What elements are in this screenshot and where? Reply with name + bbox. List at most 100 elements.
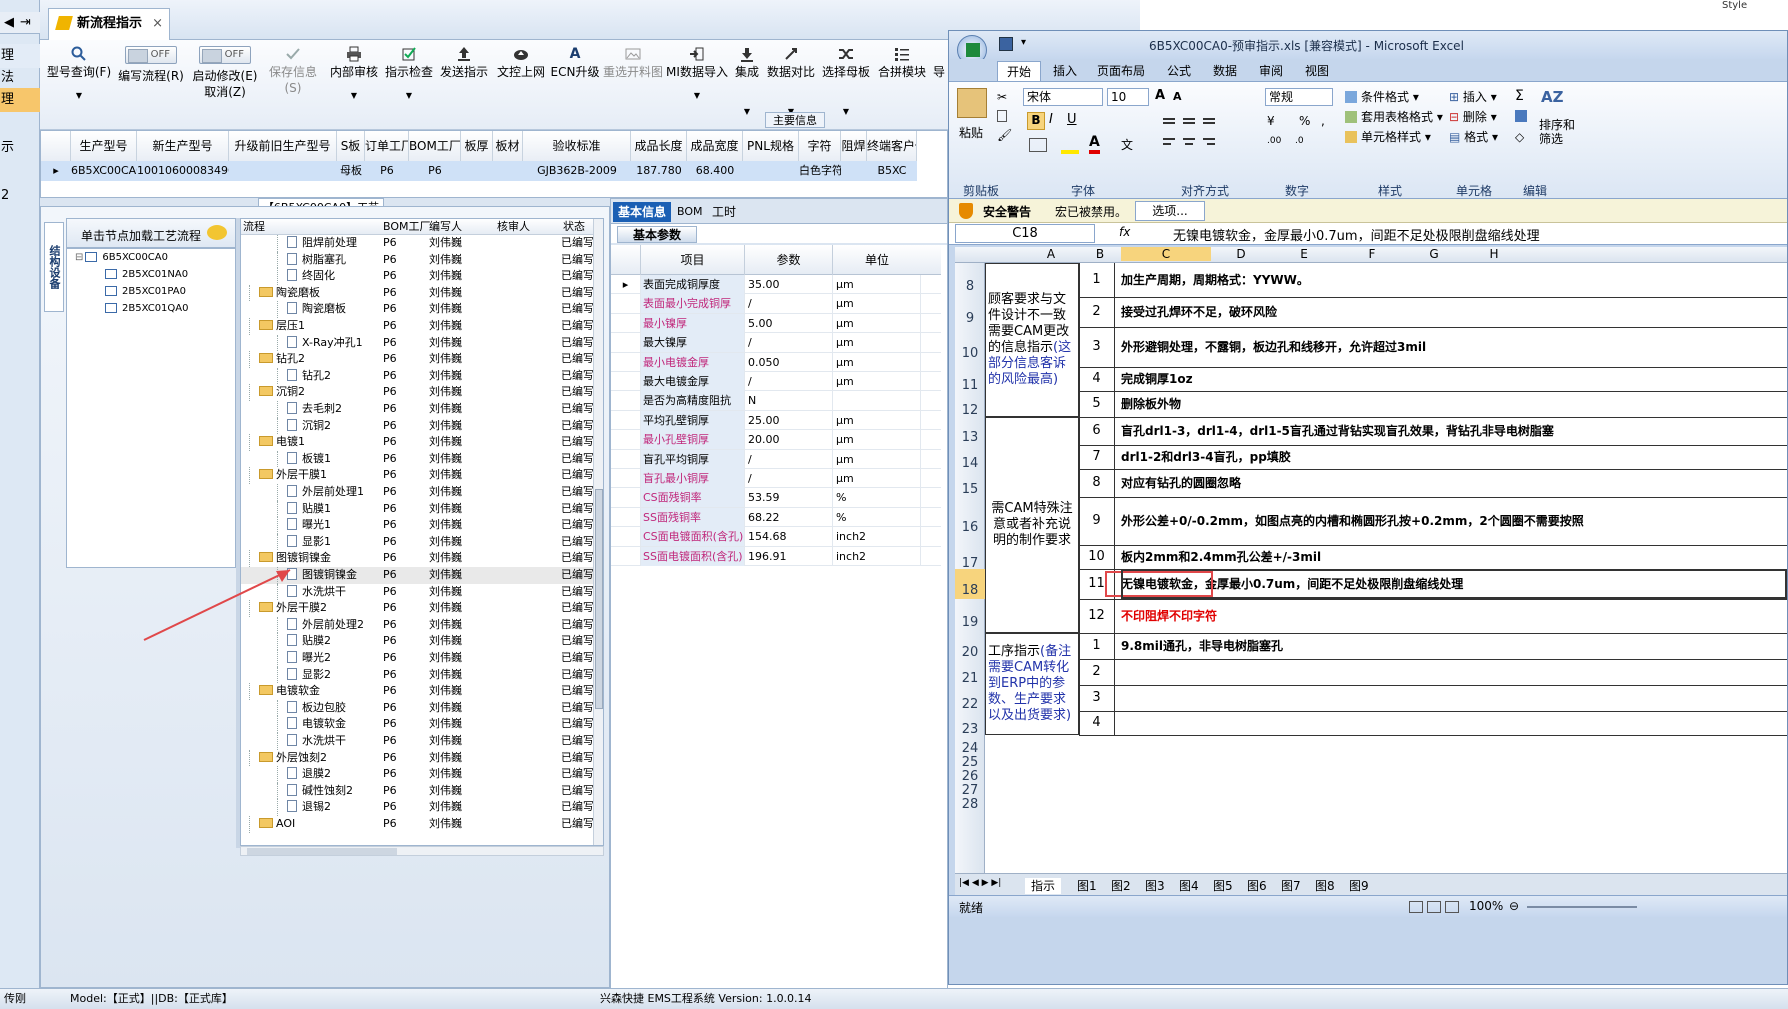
row-number[interactable]: 9 [955,297,985,327]
row-number[interactable]: 25 [955,749,985,770]
item-text[interactable]: 完成铜厚1oz [1121,367,1787,391]
process-row[interactable]: 去毛刺2 P6 刘伟巍 已编写 [241,401,593,418]
col-header-g[interactable]: G [1407,247,1461,261]
row-selector[interactable]: ▸ [611,275,641,294]
main-info-col-header[interactable]: 字符 [799,131,841,161]
row-number[interactable]: 11 [955,367,985,393]
col-author[interactable]: 编写人 [429,219,462,235]
item-text[interactable]: 盲孔drl1-3，drl1-4，drl1-5盲孔通过背钻实现盲孔效果，背钻孔非导… [1121,417,1787,445]
main-info-cell[interactable] [743,161,799,181]
param-row[interactable]: CS面残铜率 53.59% [611,488,941,508]
param-row[interactable]: SS面电镀面积(含孔) 196.91 inch2 [611,546,941,566]
mi-data-import-button[interactable]: MI数据导入 ▼ [666,46,728,126]
row-selector[interactable] [611,527,641,547]
ribbon-tab-review[interactable]: 审阅 [1251,61,1291,81]
bold-icon[interactable]: B [1027,112,1045,130]
process-row[interactable]: 外层干膜1 P6 刘伟巍 已编写 [241,467,593,485]
process-row[interactable]: 曝光2 P6 刘伟巍 已编写 [241,650,593,667]
row-selector[interactable] [611,294,641,314]
dropdown-arrow-icon[interactable]: ▼ [383,88,435,104]
col-header-b[interactable]: B [1085,247,1115,261]
row-number[interactable]: 17 [955,545,985,571]
toggle-switch[interactable]: OFF [199,46,251,64]
main-info-cell[interactable]: 6B5XC00CA0 [71,161,137,181]
ribbon-tab-insert[interactable]: 插入 [1045,61,1085,81]
ribbon-tab-data[interactable]: 数据 [1205,61,1245,81]
param-row[interactable]: SS面残铜率 68.22% [611,507,941,528]
sheet-tab[interactable]: 图2 [1111,878,1131,894]
process-row[interactable]: 钻孔2 P6 刘伟巍 已编写 [241,351,593,368]
clear-icon[interactable]: ◇ [1515,130,1524,144]
tab-basic-info[interactable]: 基本信息 [613,202,671,222]
col-item[interactable]: 项目 [641,245,745,275]
process-hscrollbar[interactable] [240,846,604,856]
main-info-cell[interactable]: GJB362B-2009 [523,161,631,181]
sheet-tab[interactable]: 图3 [1145,878,1165,894]
main-info-cell[interactable] [461,161,493,181]
page-break-icon[interactable] [1445,901,1459,913]
param-value[interactable]: 25.00 [745,410,833,430]
main-info-cell[interactable]: 10010600083496 [137,161,229,181]
main-info-cell[interactable]: P6 [365,161,409,181]
process-row[interactable]: 钻孔2 P6 刘伟巍 已编写 [241,367,593,385]
param-value[interactable]: / [745,469,833,488]
percent-icon[interactable]: % [1299,114,1310,128]
doc-control-online-button[interactable]: 文控上网 [494,46,548,126]
main-info-col-header[interactable]: 验收标准 [523,131,631,161]
process-row[interactable]: 电镀软金 P6 刘伟巍 已编写 [241,716,593,734]
copy-icon[interactable] [997,110,1007,122]
row-selector[interactable] [611,410,641,430]
item-text[interactable]: 接受过孔焊环不足，破环风险 [1121,297,1787,327]
process-row[interactable]: 碱性蚀刻2 P6 刘伟巍 已编写 [241,782,593,800]
param-value[interactable]: N [745,391,833,411]
process-row[interactable]: X-Ray冲孔1 P6 刘伟巍 已编写 [241,334,593,352]
currency-icon[interactable]: ¥ [1267,114,1275,128]
param-row[interactable]: 平均孔壁铜厚 25.00 μm [611,410,941,431]
main-info-cell[interactable]: P6 [409,161,461,181]
param-row[interactable]: 最小电镀金厚 0.050 μm [611,352,941,372]
param-row[interactable]: 最大镍厚 / μm [611,333,941,353]
col-value[interactable]: 参数 [745,245,833,275]
name-box[interactable]: C18 [955,224,1095,243]
internal-review-button[interactable]: 内部审核 ▼ [328,46,380,126]
sheet-tab[interactable]: 图1 [1077,878,1097,894]
param-row[interactable]: 是否为高精度阻抗 N [611,391,941,411]
row-selector[interactable] [611,430,641,450]
formula-input[interactable]: 无镍电镀软金，金厚最小0.7um，间距不足处极限削盘缩线处理 [1173,225,1783,244]
param-value[interactable]: 35.00 [745,275,833,294]
increase-decimal-icon[interactable]: .00 [1267,136,1281,146]
col-status[interactable]: 状态 [563,219,585,235]
main-info-cell[interactable]: 母板 [337,161,365,181]
cut-icon[interactable]: ✂ [997,90,1007,104]
process-row[interactable]: 陶瓷磨板 P6 刘伟巍 已编写 [241,284,593,302]
main-info-col-header[interactable]: BOM工厂 [409,131,461,161]
dropdown-arrow-icon[interactable]: ▼ [666,88,728,104]
param-value[interactable]: 0.050 [745,352,833,372]
sum-icon[interactable]: Σ [1515,88,1524,104]
login-icon[interactable]: ⇥ [20,15,31,30]
comma-icon[interactable]: , [1321,114,1325,128]
param-value[interactable]: / [745,333,833,353]
process-row[interactable]: 树脂塞孔 P6 刘伟巍 已编写 [241,251,593,269]
row-selector[interactable] [611,488,641,508]
col-header-d[interactable]: D [1211,247,1271,261]
param-value[interactable]: 20.00 [745,430,833,450]
phonetic-icon[interactable]: 文 [1121,136,1133,153]
process-row[interactable]: 板镀1 P6 刘伟巍 已编写 [241,450,593,468]
row-selector[interactable] [611,449,641,469]
left-nav-item[interactable]: 法 [0,66,40,90]
security-options-button[interactable]: 选项... [1135,201,1205,221]
tab-work-hours[interactable]: 工时 [709,202,739,222]
tree-node-root[interactable]: ⊟ 6B5XC00CA0 [75,252,168,263]
process-row[interactable]: 显影2 P6 刘伟巍 已编写 [241,666,593,684]
param-value[interactable]: / [745,449,833,469]
sheet-nav-icon[interactable]: |◀ ◀ ▶ ▶| [959,878,1001,888]
sheet-tab[interactable]: 图5 [1213,878,1233,894]
col-header-h[interactable]: H [1461,247,1527,261]
model-query-button[interactable]: 型号查询(F) ▼ [44,46,114,126]
cell-style-button[interactable]: 单元格样式 ▾ [1345,128,1431,145]
send-instruction-button[interactable]: 发送指示 [438,46,490,126]
param-row[interactable]: 最大电镀金厚 / μm [611,372,941,392]
row-number[interactable]: 24 [955,735,985,756]
row-number[interactable]: 20 [955,633,985,660]
